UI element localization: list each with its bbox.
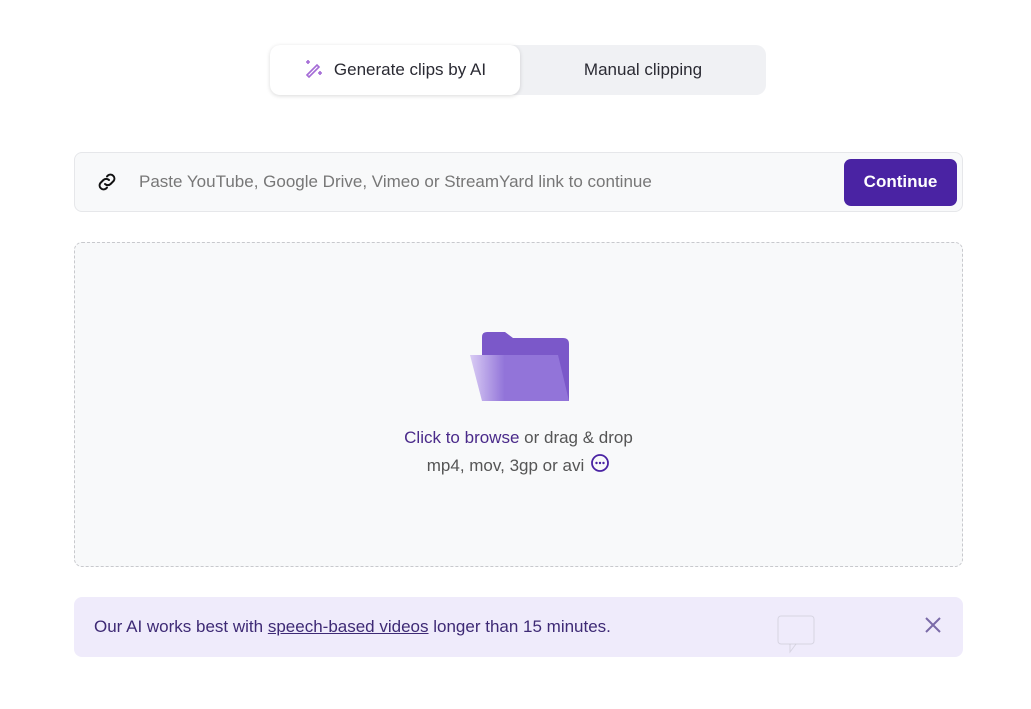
info-banner: Our AI works best with speech-based vide…: [74, 597, 963, 657]
info-suffix: longer than 15 minutes.: [428, 617, 611, 636]
browse-link[interactable]: Click to browse: [404, 428, 519, 447]
more-formats-icon[interactable]: [590, 453, 610, 478]
folder-icon: [470, 331, 570, 406]
watermark: [776, 614, 816, 654]
speech-videos-link[interactable]: speech-based videos: [268, 617, 429, 637]
supported-formats: mp4, mov, 3gp or avi: [426, 455, 585, 475]
mode-toggle: Generate clips by AI Manual clipping: [270, 45, 766, 95]
magic-wand-icon: [304, 58, 324, 83]
close-icon[interactable]: [923, 615, 943, 640]
tab-label: Manual clipping: [583, 60, 703, 79]
tab-generate-clips-by-ai[interactable]: Generate clips by AI: [270, 45, 520, 95]
tab-manual-clipping[interactable]: Manual clipping: [520, 45, 766, 95]
drag-drop-text: or drag & drop: [519, 428, 633, 447]
link-icon: [75, 170, 139, 194]
continue-button[interactable]: Continue: [844, 158, 957, 206]
info-prefix: Our AI works best with: [94, 617, 268, 636]
tab-label: Generate clips by AI: [333, 60, 487, 79]
link-bar: Continue: [74, 152, 963, 212]
file-dropzone[interactable]: Click to browse or drag & drop mp4, mov,…: [74, 242, 963, 567]
video-link-input[interactable]: [139, 172, 844, 192]
